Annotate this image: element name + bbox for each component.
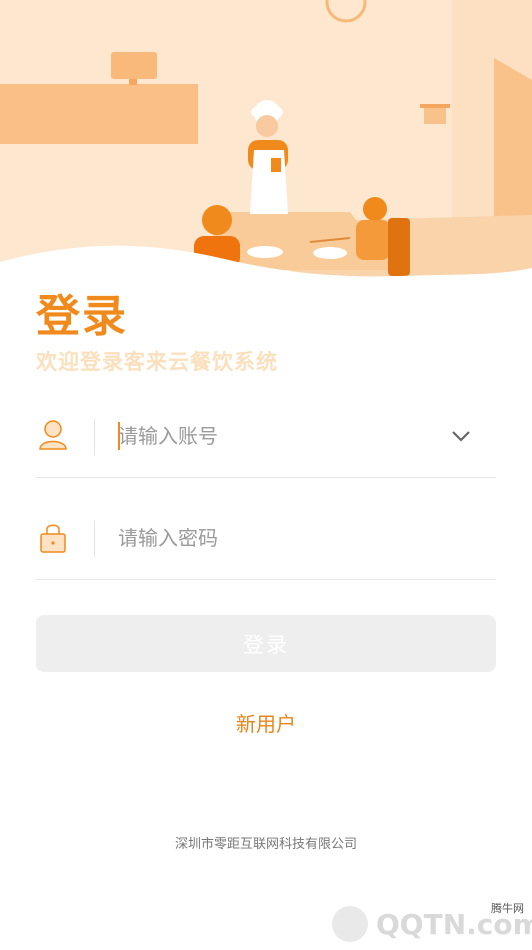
account-input[interactable] — [118, 418, 438, 454]
account-field — [36, 376, 496, 478]
hero-illustration — [0, 0, 532, 300]
field-divider — [94, 419, 95, 455]
text-caret — [118, 422, 120, 450]
new-user-link[interactable]: 新用户 — [236, 712, 296, 736]
watermark-text: 腾牛网 — [491, 902, 524, 915]
chevron-down-icon[interactable] — [449, 424, 473, 448]
password-input[interactable] — [118, 520, 438, 556]
password-field — [36, 478, 496, 580]
watermark: 腾牛网 QQTN.com — [320, 898, 532, 946]
page-title: 登录 — [36, 291, 128, 342]
user-icon — [36, 418, 70, 452]
field-divider — [94, 521, 95, 557]
login-button[interactable]: 登录 — [36, 615, 496, 672]
lock-icon — [36, 520, 70, 554]
welcome-subtitle: 欢迎登录客来云餐饮系统 — [36, 350, 278, 374]
company-name: 深圳市零距互联网科技有限公司 — [174, 837, 357, 852]
new-user-container: 新用户 — [0, 708, 532, 737]
